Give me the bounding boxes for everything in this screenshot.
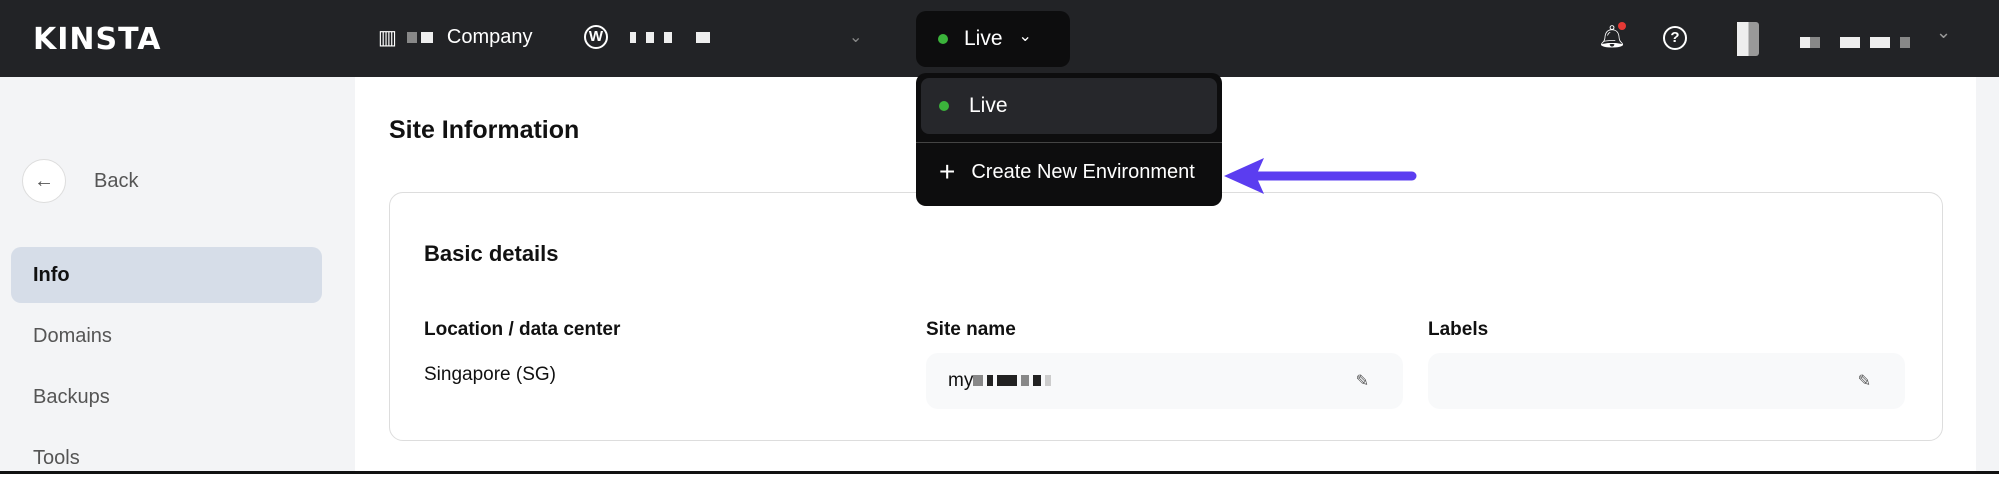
environment-option-live[interactable]: Live	[921, 78, 1217, 134]
user-menu-chevron-icon[interactable]: ⌄	[1936, 22, 1951, 43]
company-name: Company	[446, 26, 533, 48]
back-button[interactable]: ← Back	[22, 159, 138, 203]
building-icon: ▥	[378, 27, 397, 49]
help-icon[interactable]: ?	[1663, 26, 1687, 50]
live-status-dot	[939, 101, 949, 111]
sidebar-item-domains[interactable]: Domains	[11, 308, 322, 364]
live-status-dot	[938, 34, 948, 44]
back-label: Back	[94, 169, 139, 192]
chevron-down-icon: ⌄	[1018, 28, 1032, 45]
site-selector[interactable]: W ⌄	[584, 25, 862, 49]
site-name-label: Site name	[926, 319, 1016, 340]
arrow-left-icon: ←	[22, 159, 66, 203]
location-label: Location / data center	[424, 319, 621, 340]
environment-label: Live	[964, 27, 1003, 50]
environment-dropdown: Live + Create New Environment	[916, 73, 1222, 206]
plus-icon: +	[939, 156, 956, 187]
sidebar-item-backups[interactable]: Backups	[11, 369, 322, 425]
scrollbar-track[interactable]	[1976, 77, 1999, 474]
location-value: Singapore (SG)	[424, 364, 557, 385]
notifications-bell-icon[interactable]: 🔔︎	[1598, 22, 1626, 50]
labels-field[interactable]: ✎	[1428, 353, 1905, 409]
sidebar-item-tools[interactable]: Tools	[11, 430, 322, 486]
page-title: Site Information	[389, 116, 580, 144]
site-name-redacted	[973, 370, 1055, 392]
user-name-redacted[interactable]	[1800, 35, 1914, 53]
card-title: Basic details	[424, 241, 559, 266]
notification-badge	[1618, 22, 1626, 30]
wordpress-icon: W	[584, 25, 608, 49]
environment-selector[interactable]: Live ⌄	[916, 11, 1070, 67]
sidebar-item-info[interactable]: Info	[11, 247, 322, 303]
edit-pencil-icon[interactable]: ✎	[1858, 371, 1871, 391]
kinsta-logo[interactable]: KINSTA	[33, 22, 161, 57]
option-label: Create New Environment	[971, 160, 1195, 183]
labels-label: Labels	[1428, 319, 1489, 340]
company-selector[interactable]: ▥ Company	[378, 25, 533, 50]
site-name-field[interactable]: my ✎	[926, 353, 1403, 409]
sidebar: ← Back Info Domains Backups Tools	[0, 77, 355, 474]
option-label: Live	[969, 94, 1008, 117]
create-new-environment-button[interactable]: + Create New Environment	[921, 143, 1217, 201]
basic-details-card: Basic details Location / data center Sin…	[389, 192, 1943, 441]
site-name-value: my	[948, 370, 974, 391]
top-header: KINSTA ▥ Company W ⌄ Live ⌄ 🔔︎ ? ⌄	[0, 0, 1999, 77]
user-avatar[interactable]	[1733, 22, 1759, 56]
chevron-down-icon: ⌄	[849, 29, 863, 46]
annotation-arrow-icon	[1224, 158, 1417, 194]
site-name-redacted	[630, 26, 714, 49]
edit-pencil-icon[interactable]: ✎	[1356, 371, 1369, 391]
